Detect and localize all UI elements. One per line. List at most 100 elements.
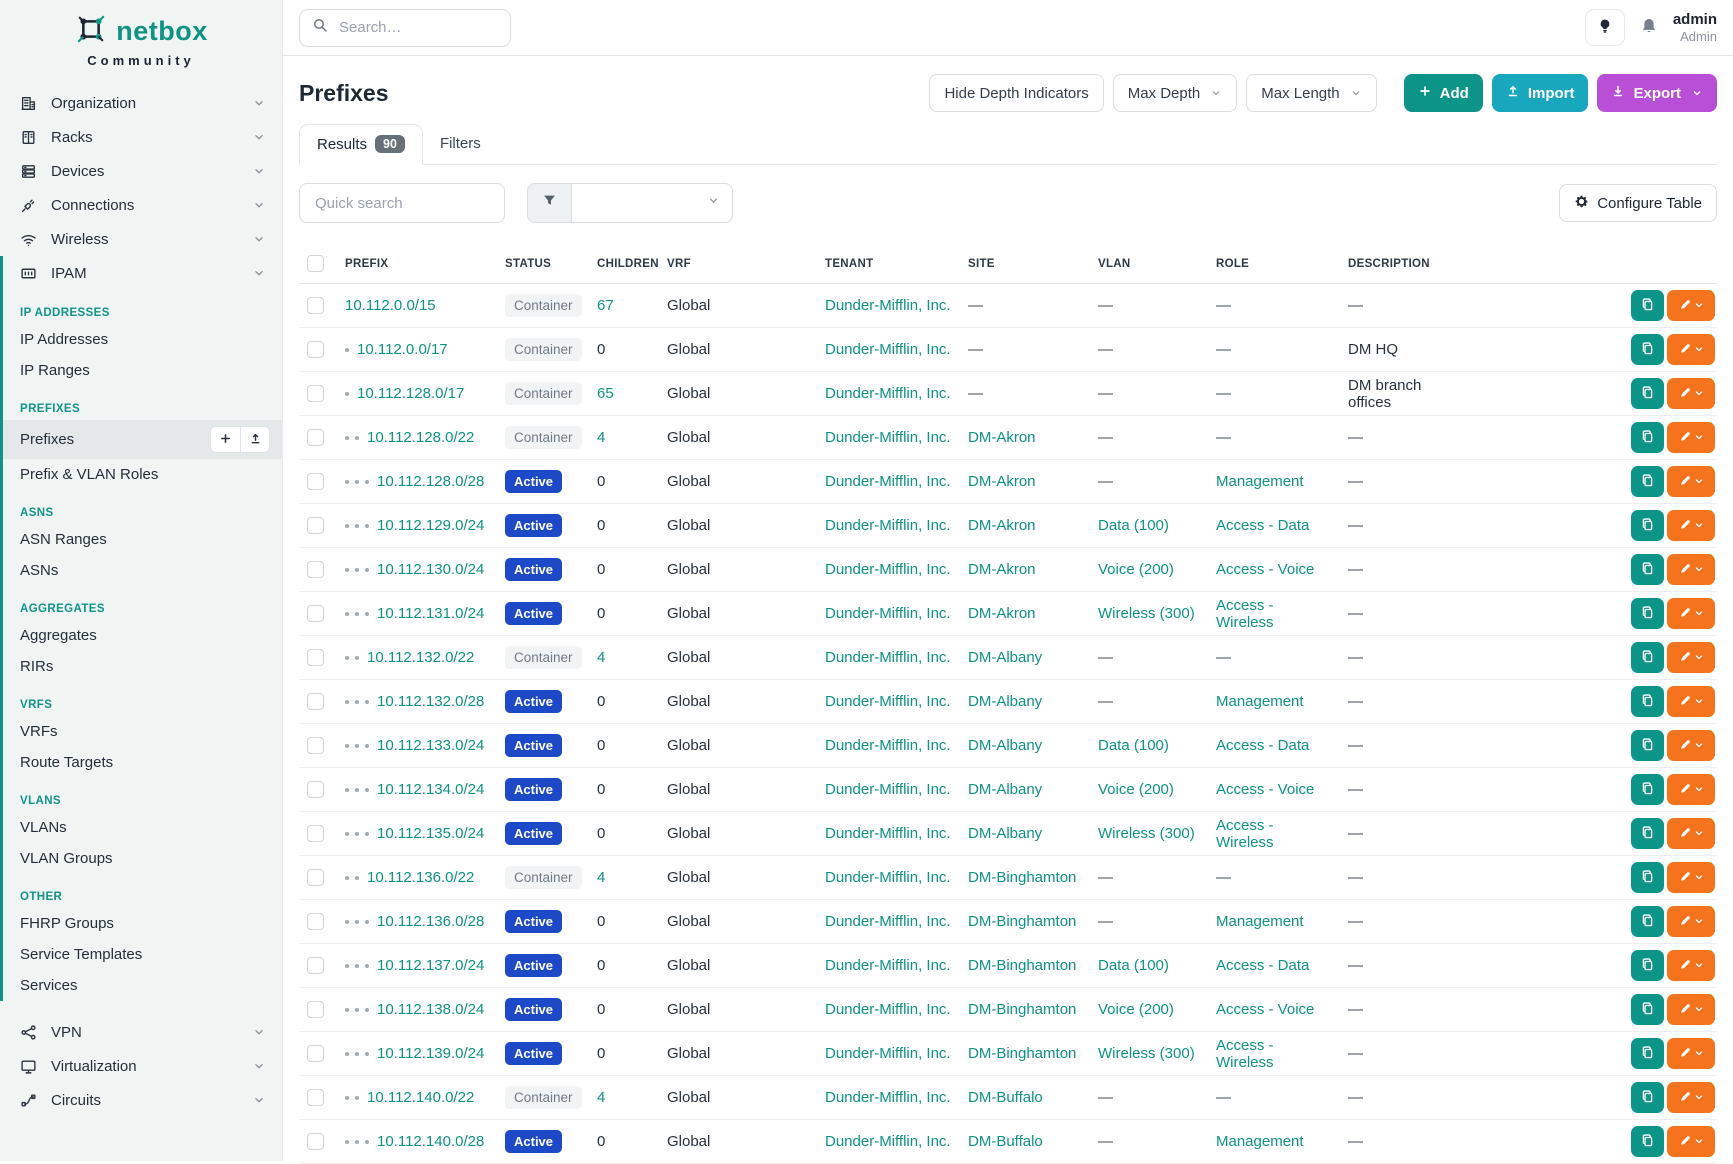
site-link[interactable]: DM-Akron: [968, 429, 1036, 446]
role-link[interactable]: Management: [1216, 913, 1304, 930]
row-checkbox[interactable]: [307, 605, 324, 622]
edit-button[interactable]: [1667, 818, 1715, 849]
prefix-link[interactable]: 10.112.136.0/22: [367, 869, 474, 886]
column-header-description[interactable]: DESCRIPTION: [1340, 245, 1475, 284]
prefix-link[interactable]: 10.112.140.0/28: [377, 1133, 484, 1150]
role-link[interactable]: Access - Voice: [1216, 781, 1314, 798]
role-link[interactable]: Management: [1216, 473, 1304, 490]
children-link[interactable]: 4: [597, 649, 605, 666]
copy-button[interactable]: [1631, 466, 1664, 497]
vlan-link[interactable]: Wireless (300): [1098, 605, 1195, 622]
prefix-link[interactable]: 10.112.140.0/22: [367, 1089, 474, 1106]
row-checkbox[interactable]: [307, 1045, 324, 1062]
vlan-link[interactable]: Data (100): [1098, 957, 1169, 974]
sidebar-item-devices[interactable]: Devices: [0, 154, 282, 188]
site-link[interactable]: DM-Buffalo: [968, 1089, 1043, 1106]
role-link[interactable]: Management: [1216, 693, 1304, 710]
sidebar-item-prefix-vlan-roles[interactable]: Prefix & VLAN Roles: [3, 459, 282, 490]
role-link[interactable]: Access - Voice: [1216, 561, 1314, 578]
tenant-link[interactable]: Dunder-Mifflin, Inc.: [825, 693, 951, 710]
edit-button[interactable]: [1667, 994, 1715, 1025]
prefix-link[interactable]: 10.112.0.0/15: [345, 297, 436, 314]
sidebar-item-service-templates[interactable]: Service Templates: [3, 939, 282, 970]
max-depth-dropdown[interactable]: Max Depth: [1113, 74, 1238, 112]
edit-button[interactable]: [1667, 906, 1715, 937]
prefix-link[interactable]: 10.112.137.0/24: [377, 957, 484, 974]
column-header-status[interactable]: STATUS: [497, 245, 589, 284]
prefix-link[interactable]: 10.112.128.0/17: [357, 385, 464, 402]
edit-button[interactable]: [1667, 950, 1715, 981]
row-checkbox[interactable]: [307, 825, 324, 842]
site-link[interactable]: DM-Binghamton: [968, 1045, 1076, 1062]
sidebar-item-route-targets[interactable]: Route Targets: [3, 747, 282, 778]
site-link[interactable]: DM-Binghamton: [968, 957, 1076, 974]
sidebar-item-ip-addresses[interactable]: IP Addresses: [3, 324, 282, 355]
add-button[interactable]: Add: [1404, 74, 1483, 112]
edit-button[interactable]: [1667, 334, 1715, 365]
sidebar-item-ip-ranges[interactable]: IP Ranges: [3, 355, 282, 386]
tenant-link[interactable]: Dunder-Mifflin, Inc.: [825, 297, 951, 314]
tenant-link[interactable]: Dunder-Mifflin, Inc.: [825, 1045, 951, 1062]
edit-button[interactable]: [1667, 1038, 1715, 1069]
role-link[interactable]: Access - Data: [1216, 957, 1309, 974]
row-checkbox[interactable]: [307, 957, 324, 974]
role-link[interactable]: Management: [1216, 1133, 1304, 1150]
edit-button[interactable]: [1667, 378, 1715, 409]
quick-import-button[interactable]: [240, 426, 270, 453]
site-link[interactable]: DM-Binghamton: [968, 869, 1076, 886]
tenant-link[interactable]: Dunder-Mifflin, Inc.: [825, 605, 951, 622]
copy-button[interactable]: [1631, 510, 1664, 541]
prefix-link[interactable]: 10.112.128.0/22: [367, 429, 474, 446]
row-checkbox[interactable]: [307, 1089, 324, 1106]
brand[interactable]: netbox Community: [0, 0, 282, 70]
children-link[interactable]: 65: [597, 385, 614, 402]
row-checkbox[interactable]: [307, 1001, 324, 1018]
tenant-link[interactable]: Dunder-Mifflin, Inc.: [825, 781, 951, 798]
import-button[interactable]: Import: [1492, 74, 1589, 112]
sidebar-item-asns[interactable]: ASNs: [3, 555, 282, 586]
quick-search-input[interactable]: [313, 194, 491, 213]
tenant-link[interactable]: Dunder-Mifflin, Inc.: [825, 737, 951, 754]
prefix-link[interactable]: 10.112.128.0/28: [377, 473, 484, 490]
site-link[interactable]: DM-Binghamton: [968, 913, 1076, 930]
copy-button[interactable]: [1631, 906, 1664, 937]
tenant-link[interactable]: Dunder-Mifflin, Inc.: [825, 473, 951, 490]
children-link[interactable]: 67: [597, 297, 614, 314]
prefix-link[interactable]: 10.112.129.0/24: [377, 517, 484, 534]
prefix-link[interactable]: 10.112.138.0/24: [377, 1001, 484, 1018]
copy-button[interactable]: [1631, 378, 1664, 409]
prefix-link[interactable]: 10.112.132.0/22: [367, 649, 474, 666]
copy-button[interactable]: [1631, 994, 1664, 1025]
row-checkbox[interactable]: [307, 561, 324, 578]
row-checkbox[interactable]: [307, 1133, 324, 1150]
row-checkbox[interactable]: [307, 517, 324, 534]
sidebar-item-ipam[interactable]: IPAM: [3, 256, 282, 290]
copy-button[interactable]: [1631, 774, 1664, 805]
edit-button[interactable]: [1667, 466, 1715, 497]
notifications-button[interactable]: [1640, 17, 1658, 38]
site-link[interactable]: DM-Akron: [968, 561, 1036, 578]
theme-toggle-button[interactable]: [1585, 9, 1625, 46]
tenant-link[interactable]: Dunder-Mifflin, Inc.: [825, 825, 951, 842]
sidebar-item-connections[interactable]: Connections: [0, 188, 282, 222]
copy-button[interactable]: [1631, 862, 1664, 893]
role-link[interactable]: Access - Data: [1216, 737, 1309, 754]
children-link[interactable]: 4: [597, 869, 605, 886]
sidebar-item-aggregates[interactable]: Aggregates: [3, 620, 282, 651]
site-link[interactable]: DM-Albany: [968, 825, 1042, 842]
prefix-link[interactable]: 10.112.134.0/24: [377, 781, 484, 798]
prefix-link[interactable]: 10.112.136.0/28: [377, 913, 484, 930]
copy-button[interactable]: [1631, 730, 1664, 761]
copy-button[interactable]: [1631, 642, 1664, 673]
copy-button[interactable]: [1631, 950, 1664, 981]
sidebar-item-circuits[interactable]: Circuits: [0, 1083, 282, 1117]
tenant-link[interactable]: Dunder-Mifflin, Inc.: [825, 341, 951, 358]
row-checkbox[interactable]: [307, 341, 324, 358]
tenant-link[interactable]: Dunder-Mifflin, Inc.: [825, 649, 951, 666]
vlan-link[interactable]: Wireless (300): [1098, 825, 1195, 842]
vlan-link[interactable]: Voice (200): [1098, 561, 1174, 578]
copy-button[interactable]: [1631, 290, 1664, 321]
column-header-vlan[interactable]: VLAN: [1090, 245, 1208, 284]
vlan-link[interactable]: Data (100): [1098, 737, 1169, 754]
tab-results[interactable]: Results 90: [299, 124, 423, 165]
